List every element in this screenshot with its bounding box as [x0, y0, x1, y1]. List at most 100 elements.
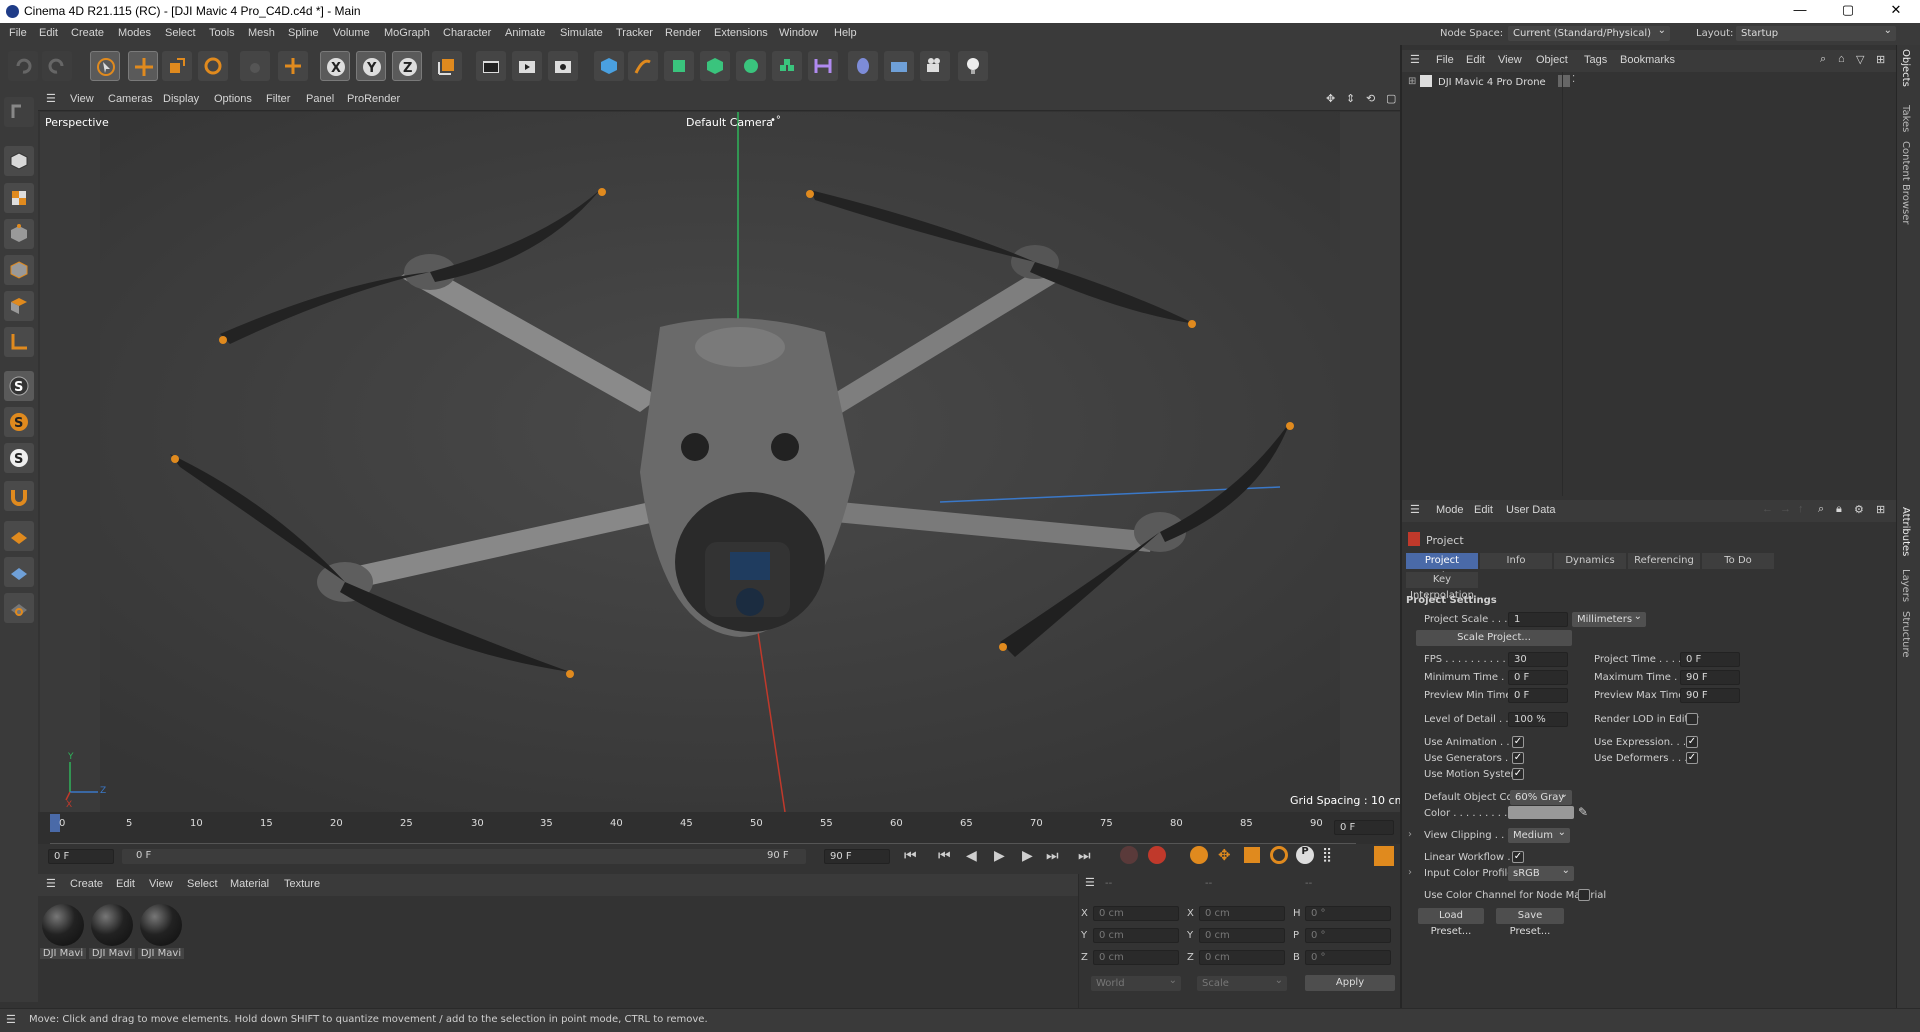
menu-modes[interactable]: Modes — [118, 27, 151, 39]
menu-simulate[interactable]: Simulate — [560, 27, 603, 39]
coord-size-x-field[interactable]: 0 cm — [1199, 906, 1285, 921]
eyedropper-icon[interactable]: ✎ — [1578, 805, 1588, 819]
coord-apply-button[interactable]: Apply — [1305, 975, 1395, 991]
viewport-camera-name[interactable]: Default Camera — [686, 116, 773, 129]
visibility-dots-icon[interactable]: ⁚ — [1572, 74, 1575, 85]
go-to-end-icon[interactable]: ⏭ — [1078, 848, 1091, 864]
material-menu-select[interactable]: Select — [187, 878, 218, 890]
tab-info[interactable]: Info — [1480, 553, 1552, 569]
menu-render[interactable]: Render — [665, 27, 701, 39]
render-view-button[interactable] — [476, 51, 506, 81]
tab-key-interpolation[interactable]: Key Interpolation — [1406, 572, 1478, 601]
menu-window[interactable]: Window — [779, 27, 818, 39]
go-to-start-icon[interactable]: ⏮ — [904, 848, 917, 864]
scale-button[interactable] — [162, 51, 192, 81]
mograph-cloner-button[interactable] — [736, 51, 766, 81]
object-hamburger-icon[interactable]: ☰ — [1410, 53, 1420, 66]
key-rotation-icon[interactable] — [1270, 846, 1288, 864]
object-menu-file[interactable]: File — [1436, 54, 1454, 66]
side-tab-layers[interactable]: Layers — [1900, 569, 1911, 602]
viewport-menu-view[interactable]: View — [70, 93, 94, 105]
menu-mesh[interactable]: Mesh — [248, 27, 275, 39]
coord-mode-dropdown[interactable]: Scale — [1197, 973, 1287, 991]
key-pla-icon[interactable]: ⣿ — [1322, 847, 1332, 863]
edge-mode-button[interactable] — [4, 255, 34, 285]
menu-character[interactable]: Character — [443, 27, 491, 39]
coord-rot-b-field[interactable]: 0 ° — [1305, 950, 1391, 965]
add-object-button[interactable] — [278, 51, 308, 81]
tab-referencing[interactable]: Referencing — [1628, 553, 1700, 569]
deformer-button[interactable] — [808, 51, 838, 81]
expand-icon[interactable]: ⊞ — [1408, 76, 1416, 87]
attribute-menu-edit[interactable]: Edit — [1474, 504, 1493, 516]
object-new-window-icon[interactable]: ⊞ — [1876, 53, 1885, 66]
color-swatch[interactable] — [1508, 806, 1574, 819]
preview-max-time-field[interactable]: 90 F — [1680, 688, 1740, 703]
object-search-icon[interactable]: ⌕ — [1820, 53, 1826, 66]
live-selection-button[interactable] — [90, 51, 120, 81]
key-position-icon[interactable]: ✥ — [1218, 846, 1231, 864]
coord-pos-y-field[interactable]: 0 cm — [1093, 928, 1179, 943]
use-generators-checkbox[interactable]: ✓ — [1512, 752, 1524, 764]
viewport-rotate-icon[interactable]: ⟲ — [1366, 92, 1375, 105]
start-frame-field[interactable]: 0 F — [48, 849, 114, 864]
attribute-hamburger-icon[interactable]: ☰ — [1410, 503, 1420, 516]
attribute-up-icon[interactable]: ↑ — [1798, 503, 1804, 515]
view-clipping-expand-icon[interactable]: › — [1408, 829, 1412, 840]
attribute-back-icon[interactable]: ← — [1762, 503, 1773, 515]
load-preset-button[interactable]: Load Preset... — [1418, 908, 1484, 937]
z-axis-button[interactable]: Z — [392, 51, 422, 81]
recent-tool-button[interactable] — [240, 51, 270, 81]
menu-edit[interactable]: Edit — [39, 27, 58, 39]
view-clipping-dropdown[interactable]: Medium — [1508, 825, 1570, 843]
locked-workplane-button[interactable] — [4, 557, 34, 587]
next-frame-icon[interactable]: ▶ — [1022, 848, 1033, 864]
undo-button[interactable] — [8, 51, 38, 81]
status-hamburger-icon[interactable]: ☰ — [6, 1013, 16, 1026]
material-swatch[interactable]: DJI Mavi — [89, 896, 135, 966]
menu-spline[interactable]: Spline — [288, 27, 319, 39]
layer-icon[interactable] — [1558, 75, 1570, 87]
side-tab-content-browser[interactable]: Content Browser — [1900, 141, 1911, 224]
object-row[interactable]: ⊞ DJI Mavic 4 Pro Drone ⁚ — [1402, 74, 1896, 92]
coord-hamburger-icon[interactable]: ☰ — [1085, 876, 1095, 889]
menu-tools[interactable]: Tools — [209, 27, 235, 39]
model-mode-button[interactable] — [4, 146, 34, 176]
subdivision-button[interactable] — [664, 51, 694, 81]
coord-pos-z-field[interactable]: 0 cm — [1093, 950, 1179, 965]
use-motion-system-checkbox[interactable]: ✓ — [1512, 768, 1524, 780]
attribute-forward-icon[interactable]: → — [1780, 503, 1791, 515]
object-menu-object[interactable]: Object — [1536, 54, 1568, 66]
side-tab-attributes[interactable]: Attributes — [1900, 507, 1911, 556]
move-button[interactable] — [128, 51, 158, 81]
keyframe-selection-icon[interactable] — [1190, 846, 1208, 864]
render-settings-button[interactable] — [548, 51, 578, 81]
viewport-menu-cameras[interactable]: Cameras — [108, 93, 153, 105]
minimize-button[interactable]: — — [1780, 2, 1820, 20]
coord-size-y-field[interactable]: 0 cm — [1199, 928, 1285, 943]
attribute-lock-icon[interactable]: 🔒︎ — [1836, 503, 1842, 516]
redo-button[interactable] — [42, 51, 72, 81]
material-hamburger-icon[interactable]: ☰ — [46, 877, 56, 890]
render-picture-viewer-button[interactable] — [512, 51, 542, 81]
menu-create[interactable]: Create — [71, 27, 104, 39]
object-menu-view[interactable]: View — [1498, 54, 1522, 66]
viewport-maximize-icon[interactable]: ▢ — [1386, 92, 1396, 105]
tab-dynamics[interactable]: Dynamics — [1554, 553, 1626, 569]
fps-field[interactable]: 30 — [1508, 652, 1568, 667]
prev-key-icon[interactable]: ⏮ — [938, 848, 951, 864]
attribute-search-icon[interactable]: ⌕ — [1818, 503, 1824, 516]
material-menu-material[interactable]: Material — [230, 878, 269, 890]
coord-size-z-field[interactable]: 0 cm — [1199, 950, 1285, 965]
menu-tracker[interactable]: Tracker — [616, 27, 653, 39]
viewport-menu-display[interactable]: Display — [163, 93, 199, 105]
next-key-icon[interactable]: ⏭ — [1046, 848, 1059, 864]
viewport-menu-panel[interactable]: Panel — [306, 93, 334, 105]
camera-button[interactable] — [920, 51, 950, 81]
key-parameter-icon[interactable]: P — [1296, 846, 1314, 864]
end-frame-field[interactable]: 90 F — [824, 849, 890, 864]
side-tab-structure[interactable]: Structure — [1900, 611, 1911, 658]
close-button[interactable]: ✕ — [1876, 2, 1916, 20]
project-time-field[interactable]: 0 F — [1680, 652, 1740, 667]
preview-min-time-field[interactable]: 0 F — [1508, 688, 1568, 703]
